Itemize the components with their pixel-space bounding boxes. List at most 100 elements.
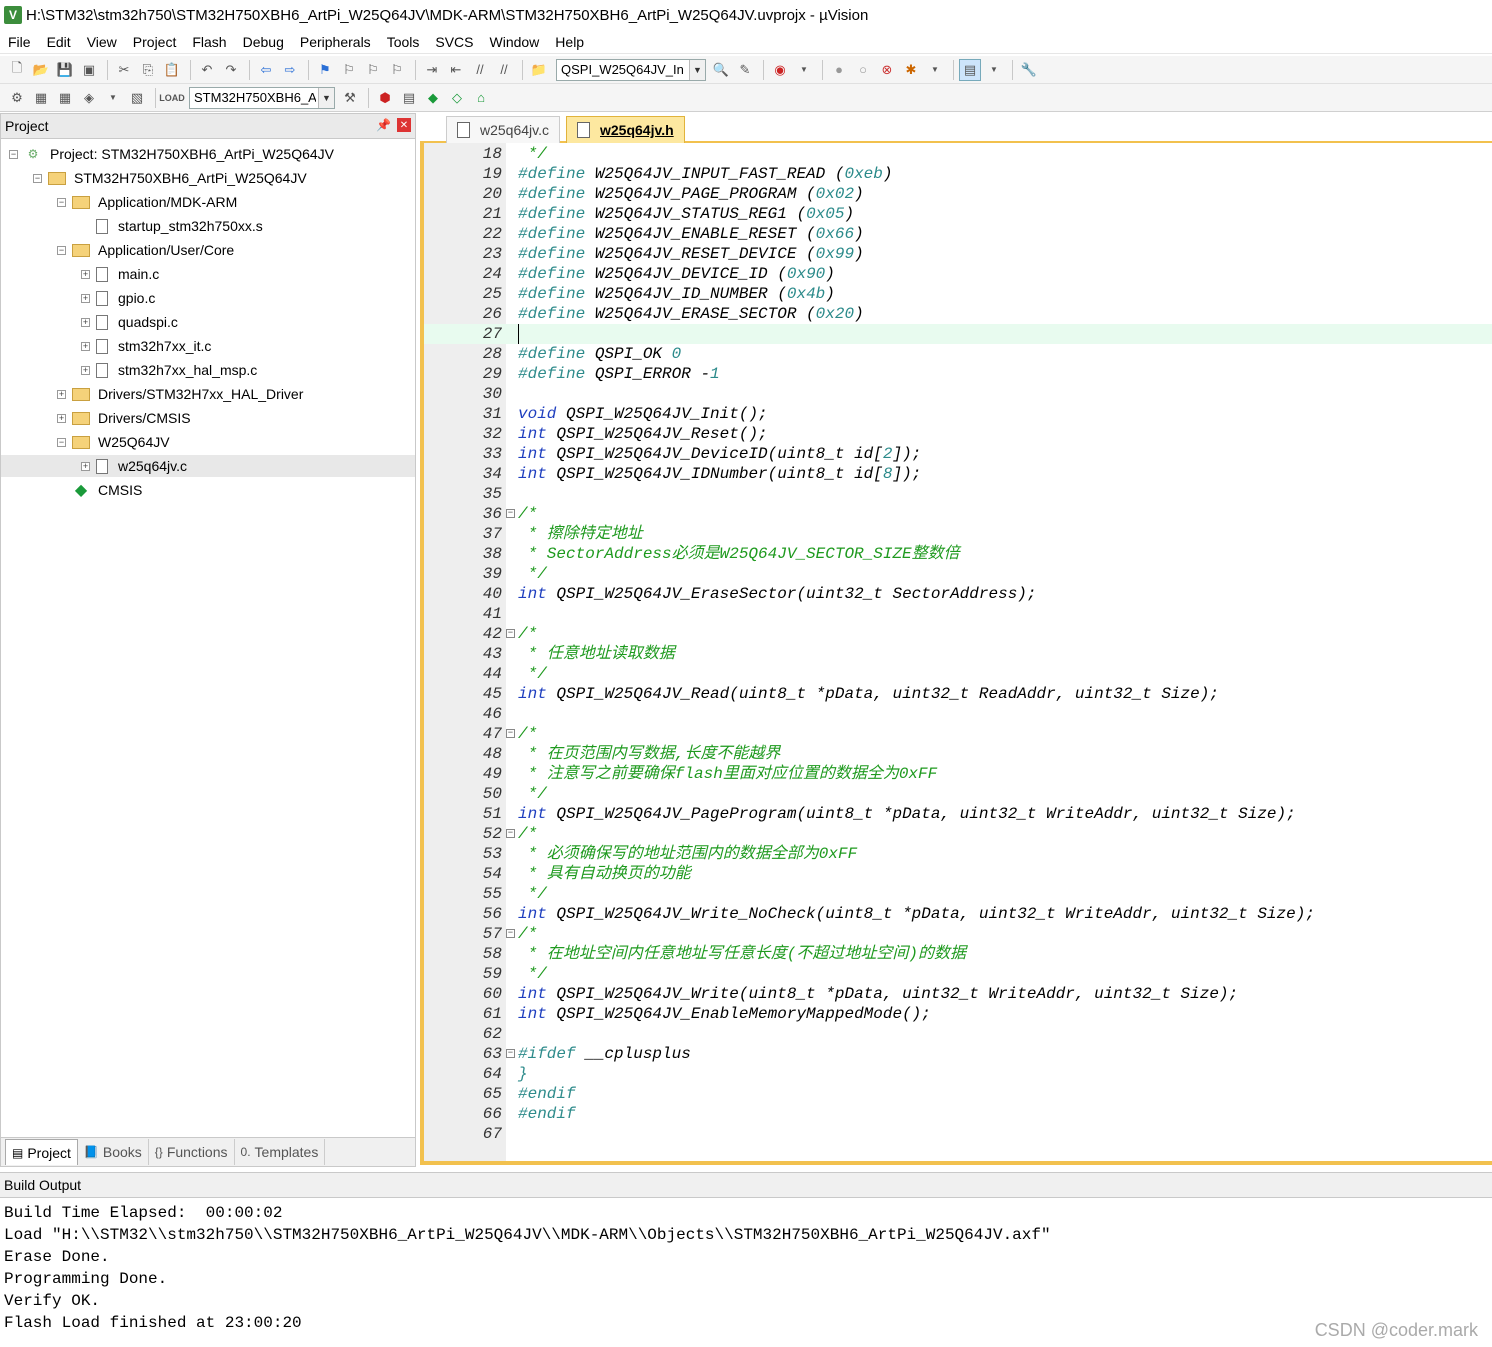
code-line[interactable]: 54 * 具有自动换页的功能 — [424, 864, 1492, 884]
paste-icon[interactable]: 📋 — [161, 59, 183, 81]
redo-icon[interactable]: ↷ — [220, 59, 242, 81]
code-line[interactable]: 51 int QSPI_W25Q64JV_PageProgram(uint8_t … — [424, 804, 1492, 824]
code-line[interactable]: 56 int QSPI_W25Q64JV_Write_NoCheck(uint8_… — [424, 904, 1492, 924]
panel-tab-books[interactable]: 📘 Books — [78, 1139, 149, 1165]
tree-item-project[interactable]: − ⚙ Project: STM32H750XBH6_ArtPi_W25Q64JV — [1, 143, 415, 165]
tree-item-folder[interactable]: + Drivers/STM32H7xx_HAL_Driver — [1, 383, 415, 405]
manage-components-icon[interactable]: ⬢ — [374, 87, 396, 109]
copy-icon[interactable]: ⎘ — [137, 59, 159, 81]
chevron-down-icon[interactable]: ▼ — [924, 59, 946, 81]
uncomment-icon[interactable]: // — [493, 59, 515, 81]
expand-icon[interactable]: + — [81, 269, 90, 279]
build-output-pane[interactable]: Build Time Elapsed: 00:00:02 Load "H:\\ST… — [0, 1200, 1492, 1347]
code-line[interactable]: 28 #define QSPI_OK 0 — [424, 344, 1492, 364]
unindent-icon[interactable]: ⇤ — [445, 59, 467, 81]
replace-icon[interactable]: ✎ — [734, 59, 756, 81]
tree-item-file[interactable]: + stm32h7xx_it.c — [1, 335, 415, 357]
prev-bookmark-icon[interactable]: ⚐ — [338, 59, 360, 81]
stop-build-icon[interactable]: ▧ — [126, 87, 148, 109]
expand-icon[interactable]: + — [81, 365, 90, 375]
fold-toggle-icon[interactable]: − — [506, 829, 515, 838]
tree-item-file[interactable]: + quadspi.c — [1, 311, 415, 333]
code-line[interactable]: 23 #define W25Q64JV_RESET_DEVICE (0x99) — [424, 244, 1492, 264]
insert-breakpoint-icon[interactable]: ● — [828, 59, 850, 81]
expand-icon[interactable]: + — [81, 293, 90, 303]
menu-edit[interactable]: Edit — [39, 34, 79, 50]
fold-toggle-icon[interactable]: − — [506, 509, 515, 518]
chevron-down-icon[interactable]: ▼ — [102, 87, 124, 109]
menu-project[interactable]: Project — [125, 34, 185, 50]
fold-toggle-icon[interactable]: − — [506, 629, 515, 638]
code-line[interactable]: 57−/* — [424, 924, 1492, 944]
kill-breakpoints-icon[interactable]: ✱ — [900, 59, 922, 81]
comment-icon[interactable]: // — [469, 59, 491, 81]
expand-icon[interactable]: + — [57, 413, 66, 423]
cut-icon[interactable]: ✂ — [113, 59, 135, 81]
menu-window[interactable]: Window — [482, 34, 548, 50]
new-file-icon[interactable]: 🗋 — [6, 59, 28, 81]
code-line[interactable]: 36−/* — [424, 504, 1492, 524]
code-line[interactable]: 37 * 擦除特定地址 — [424, 524, 1492, 544]
code-line[interactable]: 32 int QSPI_W25Q64JV_Reset(); — [424, 424, 1492, 444]
enable-breakpoint-icon[interactable]: ○ — [852, 59, 874, 81]
code-line[interactable]: 31 void QSPI_W25Q64JV_Init(); — [424, 404, 1492, 424]
find-icon[interactable]: 🔍 — [710, 59, 732, 81]
code-line[interactable]: 55 */ — [424, 884, 1492, 904]
code-line[interactable]: 44 */ — [424, 664, 1492, 684]
chevron-down-icon[interactable]: ▼ — [318, 87, 334, 108]
code-line[interactable]: 65 #endif — [424, 1084, 1492, 1104]
select-packs-icon[interactable]: ◆ — [422, 87, 444, 109]
code-line[interactable]: 43 * 任意地址读取数据 — [424, 644, 1492, 664]
open-folder-icon[interactable]: 📂 — [30, 59, 52, 81]
undo-icon[interactable]: ↶ — [196, 59, 218, 81]
code-line[interactable]: 59 */ — [424, 964, 1492, 984]
menu-file[interactable]: File — [0, 34, 39, 50]
tree-item-file[interactable]: + stm32h7xx_hal_msp.c — [1, 359, 415, 381]
expand-icon[interactable]: + — [81, 341, 90, 351]
code-line[interactable]: 66 #endif — [424, 1104, 1492, 1124]
code-line[interactable]: 24 #define W25Q64JV_DEVICE_ID (0x90) — [424, 264, 1492, 284]
navigate-forward-icon[interactable]: ⇨ — [279, 59, 301, 81]
menu-flash[interactable]: Flash — [184, 34, 234, 50]
rebuild-icon[interactable]: ▦ — [54, 87, 76, 109]
fold-toggle-icon[interactable]: − — [506, 1049, 515, 1058]
code-line[interactable]: 64} — [424, 1064, 1492, 1084]
menu-view[interactable]: View — [79, 34, 125, 50]
expand-icon[interactable]: + — [57, 389, 66, 399]
menu-peripherals[interactable]: Peripherals — [292, 34, 379, 50]
code-line[interactable]: 67 — [424, 1124, 1492, 1144]
editor-tab-w25q64jv-h[interactable]: w25q64jv.h — [566, 116, 685, 143]
code-line[interactable]: 29 #define QSPI_ERROR -1 — [424, 364, 1492, 384]
file-extensions-icon[interactable]: ▤ — [398, 87, 420, 109]
save-all-icon[interactable]: ▣ — [78, 59, 100, 81]
start-debug-icon[interactable]: ◉ — [769, 59, 791, 81]
code-line[interactable]: 49 * 注意写之前要确保flash里面对应位置的数据全为0xFF — [424, 764, 1492, 784]
code-line[interactable]: 53 * 必须确保写的地址范围内的数据全部为0xFF — [424, 844, 1492, 864]
batch-build-icon[interactable]: ◈ — [78, 87, 100, 109]
next-bookmark-icon[interactable]: ⚐ — [362, 59, 384, 81]
code-line[interactable]: 18 */ — [424, 144, 1492, 164]
code-line[interactable]: 38 * SectorAddress必须是W25Q64JV_SECTOR_SIZ… — [424, 544, 1492, 564]
code-line[interactable]: 19 #define W25Q64JV_INPUT_FAST_READ (0xeb… — [424, 164, 1492, 184]
collapse-icon[interactable]: − — [9, 149, 18, 159]
code-line[interactable]: 60 int QSPI_W25Q64JV_Write(uint8_t *pData… — [424, 984, 1492, 1004]
code-line[interactable]: 50 */ — [424, 784, 1492, 804]
bookmark-icon[interactable]: ⚑ — [314, 59, 336, 81]
menu-tools[interactable]: Tools — [379, 34, 428, 50]
code-line[interactable]: 26 #define W25Q64JV_ERASE_SECTOR (0x20) — [424, 304, 1492, 324]
indent-icon[interactable]: ⇥ — [421, 59, 443, 81]
tree-item-folder[interactable]: − Application/User/Core — [1, 239, 415, 261]
code-line[interactable]: 34 int QSPI_W25Q64JV_IDNumber(uint8_t id[… — [424, 464, 1492, 484]
collapse-icon[interactable]: − — [57, 437, 66, 447]
chevron-down-icon[interactable]: ▼ — [793, 59, 815, 81]
code-line[interactable]: 48 * 在页范围内写数据,长度不能越界 — [424, 744, 1492, 764]
target-options-icon[interactable]: ⚒ — [339, 87, 361, 109]
expand-icon[interactable]: + — [81, 317, 90, 327]
tree-item-target[interactable]: − STM32H750XBH6_ArtPi_W25Q64JV — [1, 167, 415, 189]
window-layout-icon[interactable]: ▤ — [959, 58, 981, 81]
disable-breakpoints-icon[interactable]: ⊗ — [876, 59, 898, 81]
tree-item-file[interactable]: startup_stm32h750xx.s — [1, 215, 415, 237]
pack-installer-icon[interactable]: ◇ — [446, 87, 468, 109]
code-line[interactable]: 22 #define W25Q64JV_ENABLE_RESET (0x66) — [424, 224, 1492, 244]
collapse-icon[interactable]: − — [33, 173, 42, 183]
